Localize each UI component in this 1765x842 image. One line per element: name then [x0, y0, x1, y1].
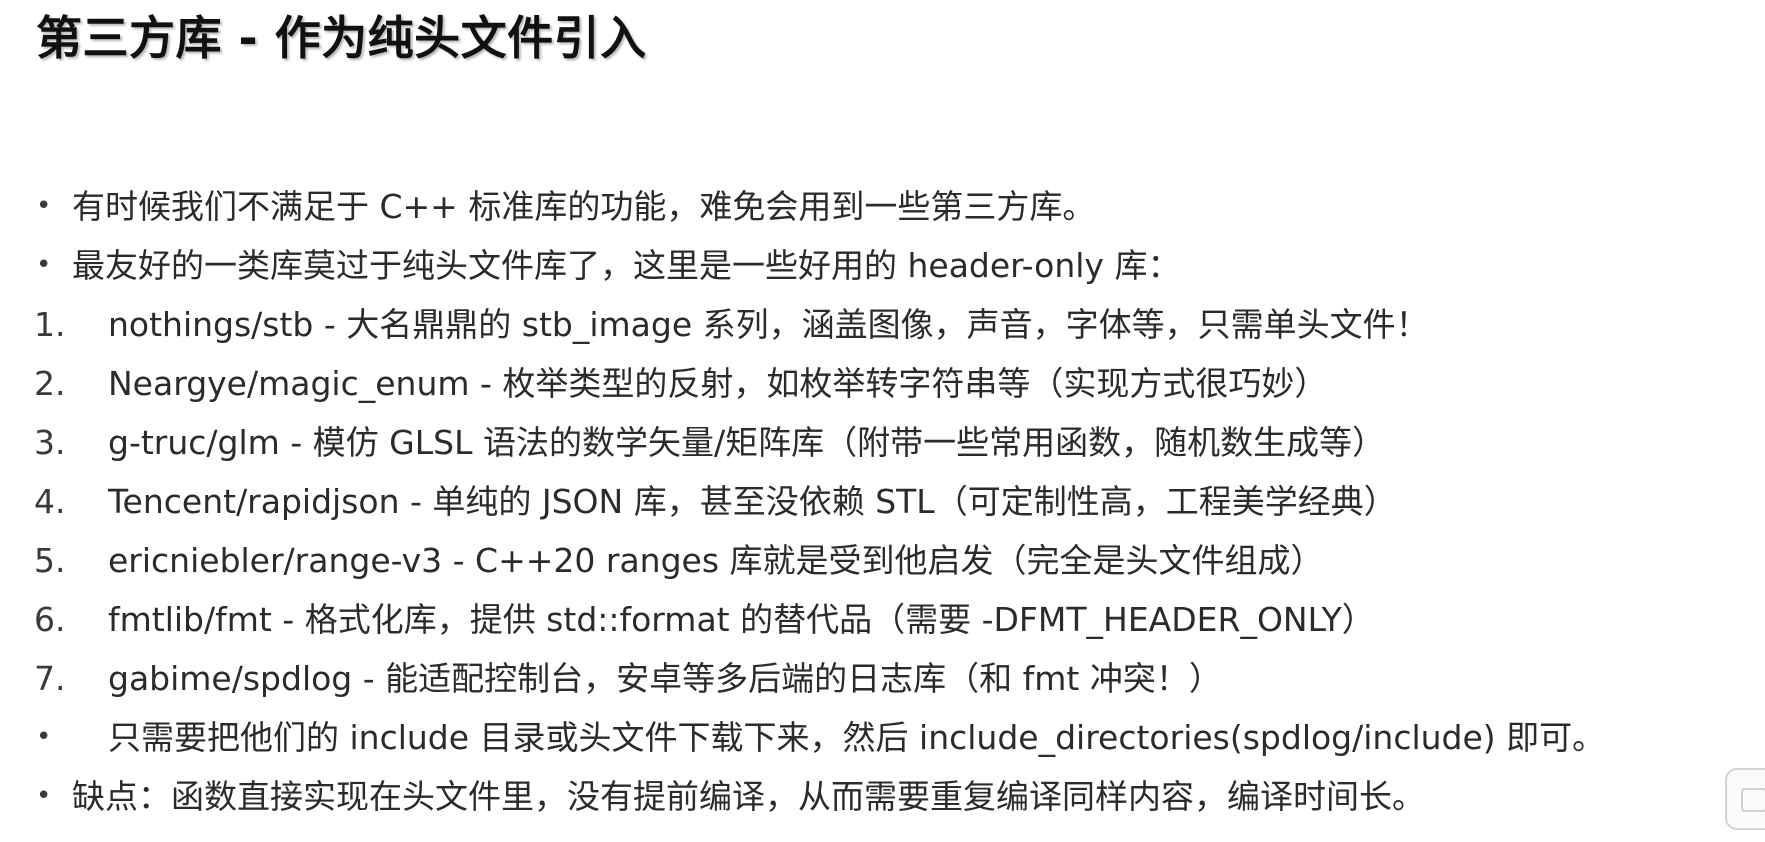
number-marker: 1.	[34, 305, 66, 344]
slide: 第三方库 - 作为纯头文件引入 • 有时候我们不满足于 C++ 标准库的功能，难…	[0, 0, 1765, 842]
number-marker: 7.	[34, 659, 66, 698]
list-item-text: 有时候我们不满足于 C++ 标准库的功能，难免会用到一些第三方库。	[72, 187, 1096, 226]
list-item-text: Neargye/magic_enum - 枚举类型的反射，如枚举转字符串等（实现…	[108, 364, 1328, 403]
floating-widget-icon[interactable]	[1725, 768, 1765, 830]
number-marker: 2.	[34, 364, 66, 403]
list-item-text: fmtlib/fmt - 格式化库，提供 std::format 的替代品（需要…	[108, 600, 1375, 639]
list-item-text: ericniebler/range-v3 - C++20 ranges 库就是受…	[108, 541, 1324, 580]
list-item-text: 缺点：函数直接实现在头文件里，没有提前编译，从而需要重复编译同样内容，编译时间长…	[72, 777, 1425, 816]
list-item-text: 只需要把他们的 include 目录或头文件下载下来，然后 include_di…	[108, 718, 1606, 757]
list-item-text: Tencent/rapidjson - 单纯的 JSON 库，甚至没依赖 STL…	[108, 482, 1397, 521]
bullet-marker: •	[36, 250, 52, 280]
number-marker: 4.	[34, 482, 66, 521]
number-marker: 5.	[34, 541, 66, 580]
list-item-text: g-truc/glm - 模仿 GLSL 语法的数学矢量/矩阵库（附带一些常用函…	[108, 423, 1386, 462]
slide-title: 第三方库 - 作为纯头文件引入	[36, 11, 647, 65]
list-item-text: 最友好的一类库莫过于纯头文件库了，这里是一些好用的 header-only 库：	[72, 246, 1181, 285]
number-marker: 6.	[34, 600, 66, 639]
list-item-text: gabime/spdlog - 能适配控制台，安卓等多后端的日志库（和 fmt …	[108, 659, 1222, 698]
list-item-text: nothings/stb - 大名鼎鼎的 stb_image 系列，涵盖图像，声…	[108, 305, 1429, 344]
bullet-marker: •	[36, 722, 52, 752]
bullet-marker: •	[36, 191, 52, 221]
bullet-marker: •	[36, 781, 52, 811]
number-marker: 3.	[34, 423, 66, 462]
